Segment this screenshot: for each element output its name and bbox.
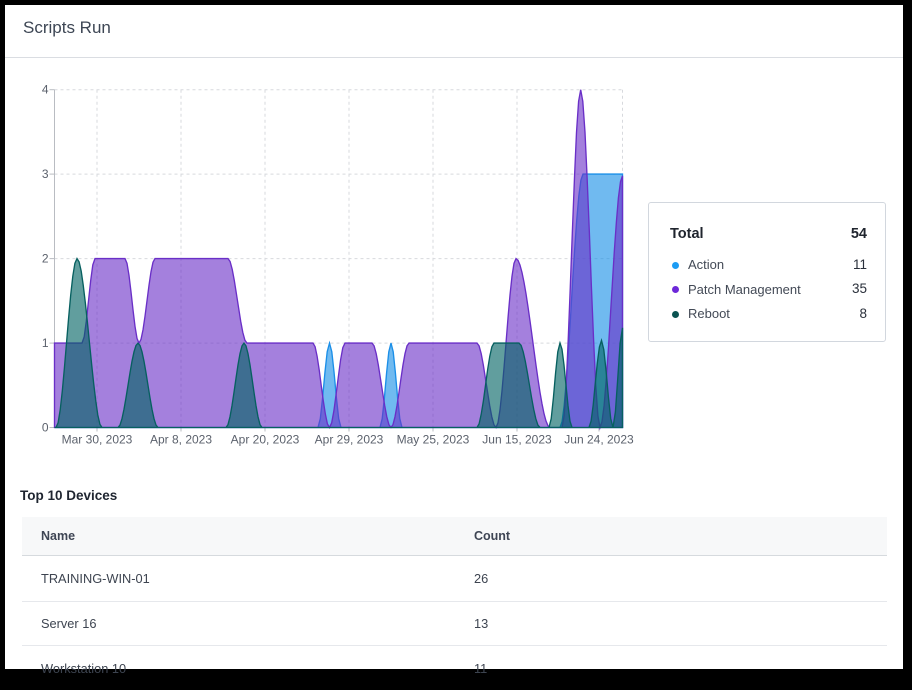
svg-text:1: 1: [42, 336, 49, 350]
svg-text:May 25, 2023: May 25, 2023: [397, 433, 470, 447]
svg-text:Jun 15, 2023: Jun 15, 2023: [482, 433, 552, 447]
svg-text:3: 3: [42, 167, 49, 181]
svg-text:4: 4: [42, 83, 49, 97]
svg-text:Apr 29, 2023: Apr 29, 2023: [315, 433, 384, 447]
svg-text:Apr 8, 2023: Apr 8, 2023: [150, 433, 212, 447]
svg-text:Apr 20, 2023: Apr 20, 2023: [231, 433, 300, 447]
svg-text:2: 2: [42, 252, 49, 266]
svg-text:0: 0: [42, 421, 49, 435]
svg-text:Jun 24, 2023: Jun 24, 2023: [564, 433, 634, 447]
svg-text:Mar 30, 2023: Mar 30, 2023: [62, 433, 133, 447]
